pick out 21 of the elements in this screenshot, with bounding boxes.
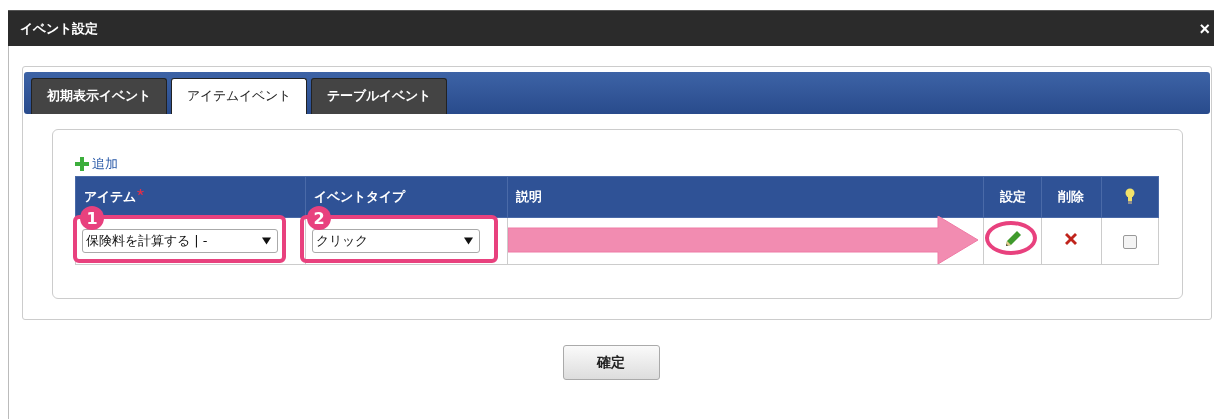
checkbox[interactable] [1122,235,1137,249]
dropdown-caret-icon [463,237,473,245]
plus-icon [75,157,89,171]
tab[interactable]: テーブルイベント [311,78,447,114]
event-type-select[interactable]: クリック [311,229,480,253]
tab[interactable]: 初期表示イベント [31,78,167,114]
highlight-ellipse [985,221,1037,255]
column-header: 説明 [507,176,984,218]
tab[interactable]: アイテムイベント [171,78,307,114]
confirm-button[interactable]: 確定 [562,345,660,380]
close-button[interactable]: × [1199,19,1210,38]
delete-button[interactable] [1063,231,1080,247]
step-badge: 1 [80,206,104,230]
column-header: 削除 [1041,176,1102,218]
lightbulb-icon [1124,187,1135,204]
add-link[interactable]: 追加 [75,155,1160,173]
dropdown-caret-icon [262,237,271,245]
step-badge: 2 [307,206,331,230]
window-title: イベント設定 [20,19,98,38]
item-select[interactable]: 保険料を計算する | - [82,229,278,253]
column-header: 設定 [983,176,1042,218]
